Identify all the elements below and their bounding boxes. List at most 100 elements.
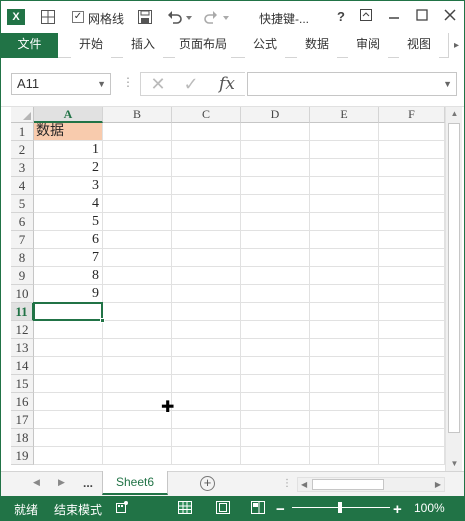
zoom-out-icon[interactable]: − <box>276 501 285 518</box>
cell-d19[interactable] <box>241 447 310 465</box>
row-header-6[interactable]: 6 <box>11 213 34 231</box>
cell-f11[interactable] <box>379 303 445 321</box>
cell-e1[interactable] <box>310 123 379 141</box>
cell-d13[interactable] <box>241 339 310 357</box>
tab-insert[interactable]: 插入 <box>123 33 163 58</box>
cell-f12[interactable] <box>379 321 445 339</box>
grid-icon[interactable] <box>41 8 57 26</box>
cell-e4[interactable] <box>310 177 379 195</box>
expand-formula-icon[interactable]: ▼ <box>443 79 452 89</box>
row-header-3[interactable]: 3 <box>11 159 34 177</box>
page-break-view-icon[interactable] <box>251 501 265 514</box>
cell-c5[interactable] <box>172 195 241 213</box>
cell-a14[interactable] <box>34 357 103 375</box>
cell-a18[interactable] <box>34 429 103 447</box>
row-header-5[interactable]: 5 <box>11 195 34 213</box>
cell-f18[interactable] <box>379 429 445 447</box>
cell-a3[interactable]: 2 <box>34 159 103 177</box>
cell-c4[interactable] <box>172 177 241 195</box>
cell-f16[interactable] <box>379 393 445 411</box>
cell-b2[interactable] <box>103 141 172 159</box>
cell-a9[interactable]: 8 <box>34 267 103 285</box>
tab-file[interactable]: 文件 <box>1 33 58 58</box>
cell-d9[interactable] <box>241 267 310 285</box>
tab-view[interactable]: 视图 <box>399 33 439 58</box>
cell-f9[interactable] <box>379 267 445 285</box>
cell-c16[interactable] <box>172 393 241 411</box>
horizontal-scrollbar[interactable]: ◀ ▶ <box>297 477 445 492</box>
scroll-left-icon[interactable]: ◀ <box>301 478 307 491</box>
fill-handle[interactable] <box>100 318 105 323</box>
cell-d3[interactable] <box>241 159 310 177</box>
zoom-slider-knob[interactable] <box>338 502 342 513</box>
cell-c11[interactable] <box>172 303 241 321</box>
cell-d14[interactable] <box>241 357 310 375</box>
cell-e12[interactable] <box>310 321 379 339</box>
cell-d2[interactable] <box>241 141 310 159</box>
cell-d10[interactable] <box>241 285 310 303</box>
cell-a13[interactable] <box>34 339 103 357</box>
normal-view-icon[interactable] <box>178 501 192 514</box>
next-sheet-icon[interactable]: ▶ <box>58 477 65 488</box>
cell-c17[interactable] <box>172 411 241 429</box>
macro-record-icon[interactable] <box>116 501 128 513</box>
row-header-18[interactable]: 18 <box>11 429 34 447</box>
add-sheet-icon[interactable]: + <box>200 476 215 491</box>
cell-d8[interactable] <box>241 249 310 267</box>
cell-a4[interactable]: 3 <box>34 177 103 195</box>
dots-handle-icon[interactable]: ⋮ <box>122 75 134 89</box>
cell-b8[interactable] <box>103 249 172 267</box>
cell-c8[interactable] <box>172 249 241 267</box>
cell-a19[interactable] <box>34 447 103 465</box>
cell-a2[interactable]: 1 <box>34 141 103 159</box>
cell-d17[interactable] <box>241 411 310 429</box>
cell-c13[interactable] <box>172 339 241 357</box>
formula-input[interactable]: ▼ <box>247 72 457 96</box>
tab-data[interactable]: 数据 <box>297 33 337 58</box>
cell-d18[interactable] <box>241 429 310 447</box>
horizontal-scroll-thumb[interactable] <box>312 479 384 490</box>
cell-a15[interactable] <box>34 375 103 393</box>
tab-home[interactable]: 开始 <box>71 33 111 58</box>
row-header-9[interactable]: 9 <box>11 267 34 285</box>
page-layout-view-icon[interactable] <box>216 501 230 514</box>
minimize-icon[interactable] <box>386 9 402 25</box>
cell-b6[interactable] <box>103 213 172 231</box>
help-icon[interactable]: ? <box>333 9 349 25</box>
cell-a6[interactable]: 5 <box>34 213 103 231</box>
cell-a17[interactable] <box>34 411 103 429</box>
cell-e3[interactable] <box>310 159 379 177</box>
cell-f2[interactable] <box>379 141 445 159</box>
cell-e17[interactable] <box>310 411 379 429</box>
cell-d5[interactable] <box>241 195 310 213</box>
cell-f14[interactable] <box>379 357 445 375</box>
prev-sheet-icon[interactable]: ◀ <box>33 477 40 488</box>
cell-e5[interactable] <box>310 195 379 213</box>
cell-f1[interactable] <box>379 123 445 141</box>
cell-f19[interactable] <box>379 447 445 465</box>
cell-d12[interactable] <box>241 321 310 339</box>
worksheet-grid[interactable]: A B C D E F 1 数据 2 1 3 2 4 3 5 4 6 5 7 6 8 7 9 8 10 9 11 12 13 14 15 16… <box>1 107 464 471</box>
scroll-right-icon[interactable]: ▶ <box>435 478 441 491</box>
cancel-icon[interactable]: ✕ <box>144 72 172 96</box>
cell-a1[interactable]: 数据 <box>34 123 103 141</box>
cell-e6[interactable] <box>310 213 379 231</box>
row-header-11[interactable]: 11 <box>11 303 34 321</box>
column-header-e[interactable]: E <box>310 107 379 123</box>
cell-d6[interactable] <box>241 213 310 231</box>
maximize-icon[interactable] <box>414 9 430 25</box>
cell-c7[interactable] <box>172 231 241 249</box>
row-header-13[interactable]: 13 <box>11 339 34 357</box>
insert-function-icon[interactable]: fx <box>213 72 241 96</box>
ribbon-scroll-right-icon[interactable]: ▸ <box>448 33 464 58</box>
cell-d1[interactable] <box>241 123 310 141</box>
cell-c19[interactable] <box>172 447 241 465</box>
cell-a12[interactable] <box>34 321 103 339</box>
vertical-scrollbar[interactable]: ▲ ▼ <box>445 107 462 471</box>
cell-e13[interactable] <box>310 339 379 357</box>
cell-f15[interactable] <box>379 375 445 393</box>
cell-f6[interactable] <box>379 213 445 231</box>
cell-c12[interactable] <box>172 321 241 339</box>
scroll-down-icon[interactable]: ▼ <box>446 457 463 471</box>
cell-d7[interactable] <box>241 231 310 249</box>
